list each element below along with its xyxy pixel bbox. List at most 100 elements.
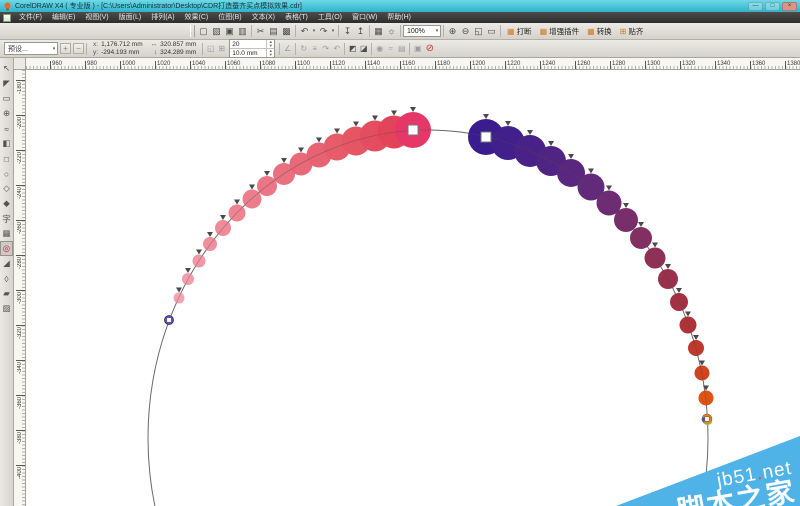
menu-window[interactable]: 窗口(W) (347, 12, 382, 23)
import-icon[interactable]: ↧ (341, 25, 354, 38)
zoom-page-icon[interactable]: ▭ (485, 25, 498, 38)
blend-preset-select[interactable]: 预设... ▾ (4, 42, 58, 55)
menu-edit[interactable]: 编辑(E) (47, 12, 80, 23)
preset-dropdown-icon[interactable]: ▾ (51, 46, 57, 52)
fill-tool[interactable]: ▰ (0, 286, 13, 301)
blend-step-marker (298, 147, 304, 153)
drawing-canvas[interactable]: jb51.net 脚本之家 (26, 70, 800, 506)
clear-blend-icon[interactable]: ⊘ (423, 42, 436, 55)
object-size-fields[interactable]: ↔ 320.857 mm ↕ 324.289 mm (151, 41, 197, 56)
blend-start-handle[interactable] (166, 317, 172, 323)
paste-icon[interactable]: ▩ (280, 25, 293, 38)
convert-button[interactable]: ▦ 转换 (583, 25, 616, 38)
redo-dropdown-icon[interactable]: ▾ (330, 28, 336, 34)
basic-shapes-tool[interactable]: ◆ (0, 196, 13, 211)
object-position-fields[interactable]: x: 1,176.712 mm y: -294.193 mm (93, 41, 143, 56)
mirror-icon[interactable]: ⊞ (216, 42, 227, 55)
zoom-selection-icon[interactable]: ◱ (472, 25, 485, 38)
zoom-dropdown-icon[interactable]: ▾ (434, 28, 440, 34)
break-apart-button[interactable]: ▦ 打断 (503, 25, 536, 38)
snap-to-button[interactable]: ⊞ 贴齐 (616, 25, 648, 38)
steps-spinner[interactable]: ▲ ▼ (266, 40, 274, 48)
toolbar-grip[interactable] (190, 25, 195, 37)
miscellaneous-blend-icon[interactable]: ▣ (412, 42, 423, 55)
blend-circle[interactable] (679, 316, 697, 334)
vruler-label: -400 (16, 465, 25, 480)
zoom-level-select[interactable]: 100% ▾ (403, 25, 441, 37)
zoom-out-icon[interactable]: ⊖ (459, 25, 472, 38)
copy-icon[interactable]: ▤ (267, 25, 280, 38)
crop-tool[interactable]: ▭ (0, 91, 13, 106)
hruler-label: 1380 (785, 61, 800, 69)
undo-icon[interactable]: ↶ (298, 25, 311, 38)
counterclockwise-blend-icon[interactable]: ↶ (331, 42, 342, 55)
eyedropper-tool[interactable]: ◢ (0, 256, 13, 271)
enhance-plugin-button[interactable]: ▦ 增强插件 (536, 25, 584, 38)
document-icon[interactable] (3, 13, 11, 22)
add-preset-button[interactable]: + (60, 43, 71, 54)
blend-path-curve[interactable] (147, 129, 709, 506)
menu-layout[interactable]: 版面(L) (114, 12, 147, 23)
menu-help[interactable]: 帮助(H) (382, 12, 416, 23)
zoom-in-icon[interactable]: ⊕ (446, 25, 459, 38)
loop-blend-icon[interactable]: ↻ (298, 42, 309, 55)
open-document-icon[interactable]: ▧ (210, 25, 223, 38)
maximize-button[interactable]: □ (765, 1, 780, 11)
print-icon[interactable]: ▥ (236, 25, 249, 38)
freehand-tool[interactable]: ≈ (0, 121, 13, 136)
copy-blend-properties-icon[interactable]: ▤ (396, 42, 407, 55)
blend-circle[interactable] (203, 237, 217, 251)
menu-arrange[interactable]: 排列(A) (146, 12, 179, 23)
ruler-origin-corner[interactable] (14, 58, 26, 70)
interactive-fill-tool[interactable]: ▨ (0, 301, 13, 316)
rectangle-tool[interactable]: □ (0, 151, 13, 166)
blend-end-object-handle[interactable] (480, 131, 492, 143)
pick-tool[interactable]: ↖ (0, 61, 13, 76)
table-tool[interactable]: ▦ (0, 226, 13, 241)
export-icon[interactable]: ↥ (354, 25, 367, 38)
ellipse-tool[interactable]: ○ (0, 166, 13, 181)
menu-table[interactable]: 表格(T) (280, 12, 313, 23)
blend-steps-fields[interactable]: 20 ▲ ▼ 10.0 mm ▲ ▼ (229, 39, 276, 58)
blend-circle[interactable] (173, 292, 185, 304)
scale-lock-icon[interactable]: ◱ (205, 42, 216, 55)
smart-fill-tool[interactable]: ◧ (0, 136, 13, 151)
welcome-screen-icon[interactable]: ☼ (385, 25, 398, 38)
menu-view[interactable]: 视图(V) (80, 12, 113, 23)
horizontal-ruler[interactable]: 960 980 1000 1020 1040 1060 1080 1100 1120 1140 11… (26, 58, 800, 70)
start-end-objects-icon[interactable]: ◉ (374, 42, 385, 55)
blend-step-marker (652, 242, 658, 248)
redo-icon[interactable]: ↷ (317, 25, 330, 38)
close-button[interactable]: × (782, 1, 797, 11)
interactive-blend-tool[interactable]: ◎ (0, 241, 13, 256)
text-tool[interactable]: 字 (0, 211, 13, 226)
vertical-ruler[interactable]: -180 -200 -220 -240 -260 -280 -300 -320 -340 -360… (14, 70, 26, 506)
outline-tool[interactable]: ◊ (0, 271, 13, 286)
path-properties-icon[interactable]: ≈ (385, 42, 396, 55)
menu-effects[interactable]: 效果(C) (180, 12, 214, 23)
vruler-label: -200 (16, 115, 25, 130)
new-document-icon[interactable]: ▢ (197, 25, 210, 38)
menu-text[interactable]: 文本(X) (247, 12, 280, 23)
clockwise-blend-icon[interactable]: ↷ (320, 42, 331, 55)
shape-tool[interactable]: ◤ (0, 76, 13, 91)
polygon-tool[interactable]: ◇ (0, 181, 13, 196)
hruler-label: 1180 (435, 61, 450, 69)
remove-preset-button[interactable]: − (73, 43, 84, 54)
save-icon[interactable]: ▣ (223, 25, 236, 38)
blend-direction-icon[interactable]: ∠ (282, 42, 293, 55)
hruler-label: 1160 (400, 61, 415, 69)
cut-icon[interactable]: ✂ (254, 25, 267, 38)
zoom-tool[interactable]: ⊕ (0, 106, 13, 121)
minimize-button[interactable]: — (748, 1, 763, 11)
menu-tools[interactable]: 工具(O) (313, 12, 347, 23)
application-launcher-icon[interactable]: ▦ (372, 25, 385, 38)
blend-end-handle-small[interactable] (704, 416, 710, 422)
direct-blend-icon[interactable]: ≡ (309, 42, 320, 55)
blend-end-object-handle[interactable] (407, 124, 419, 136)
menu-file[interactable]: 文件(F) (14, 12, 47, 23)
color-acceleration-icon[interactable]: ◪ (358, 42, 369, 55)
spacing-spinner[interactable]: ▲ ▼ (266, 49, 274, 57)
menu-bitmaps[interactable]: 位图(B) (213, 12, 246, 23)
object-acceleration-icon[interactable]: ◩ (347, 42, 358, 55)
